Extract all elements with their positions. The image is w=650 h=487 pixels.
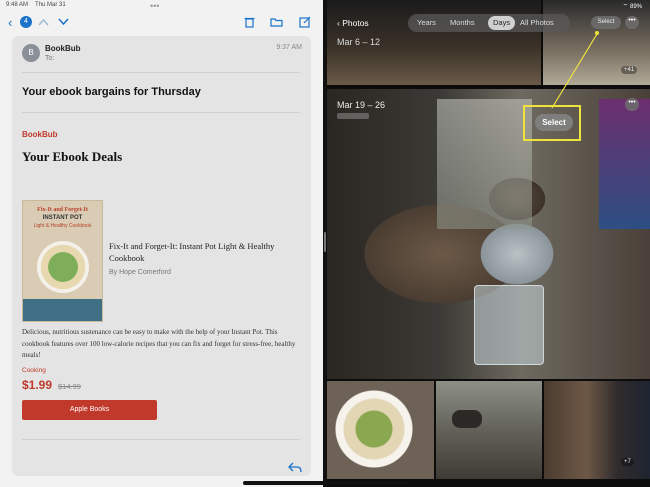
photo-count-bottom: +7 xyxy=(621,458,634,466)
food-bowl-image xyxy=(37,241,89,293)
status-time: 9:48 AM xyxy=(6,2,29,8)
chevron-up-icon[interactable] xyxy=(38,18,49,26)
book-old-price: $14.99 xyxy=(58,382,81,391)
status-date: Thu Mar 31 xyxy=(35,2,66,8)
divider xyxy=(22,72,300,73)
unread-badge[interactable]: 4 xyxy=(20,16,32,28)
cover-line-2: INSTANT POT xyxy=(42,215,83,221)
photo-thumb-salad[interactable] xyxy=(327,381,434,479)
chevron-down-icon[interactable] xyxy=(58,18,69,26)
reply-icon[interactable] xyxy=(288,462,302,473)
divider xyxy=(22,439,300,440)
home-indicator[interactable] xyxy=(243,481,408,485)
split-view-grip[interactable] xyxy=(324,232,326,252)
photos-pane: ‹ Photos Years Months Days All Photos Se… xyxy=(327,0,650,487)
book-category: Cooking xyxy=(22,367,46,374)
deals-heading: Your Ebook Deals xyxy=(22,149,123,164)
message-time: 9:37 AM xyxy=(276,44,302,51)
mail-pane: ‹ 4 ••• B BookBub To: 9:37 AM Your ebook… xyxy=(0,0,323,487)
status-battery: ⌔ 89% xyxy=(622,4,642,10)
cover-line-1: Fix-It and Forget-It xyxy=(37,207,88,213)
sender-name[interactable]: BookBub xyxy=(45,44,81,53)
message-subject: Your ebook bargains for Thursday xyxy=(22,86,201,98)
message-header: B BookBub To: 9:37 AM xyxy=(22,44,302,70)
book-title[interactable]: Fix-It and Forget-It: Instant Pot Light … xyxy=(109,240,289,264)
divider xyxy=(22,112,300,113)
folder-icon[interactable] xyxy=(270,17,283,27)
book-cover[interactable]: Fix-It and Forget-It INSTANT POT Light &… xyxy=(22,200,103,322)
photo-thumb-cat-desk[interactable] xyxy=(436,381,542,479)
book-author: By Hope Comerford xyxy=(109,269,171,276)
book-description: Delicious, nutritious sustenance can be … xyxy=(22,328,296,359)
cat-silhouette xyxy=(452,410,482,428)
avatar[interactable]: B xyxy=(22,44,40,62)
compose-icon[interactable] xyxy=(299,16,311,28)
recipient-label: To: xyxy=(45,55,55,62)
cover-line-3: Light & Healthy Cookbook xyxy=(33,223,92,229)
status-bar: 9:48 AM Thu Mar 31 ⌔ 89% xyxy=(0,0,650,10)
mail-toolbar: ‹ 4 ••• xyxy=(0,1,323,36)
photo-thumb-cat-monitor[interactable] xyxy=(544,381,650,479)
apple-books-button[interactable]: Apple Books xyxy=(22,400,157,420)
brand-logo[interactable]: BookBub xyxy=(22,130,58,139)
cover-band xyxy=(23,299,102,321)
chevron-left-icon[interactable]: ‹ xyxy=(8,16,12,29)
trash-icon[interactable] xyxy=(244,16,255,28)
book-price: $1.99 xyxy=(22,378,53,392)
message-card: B BookBub To: 9:37 AM Your ebook bargain… xyxy=(12,36,311,476)
